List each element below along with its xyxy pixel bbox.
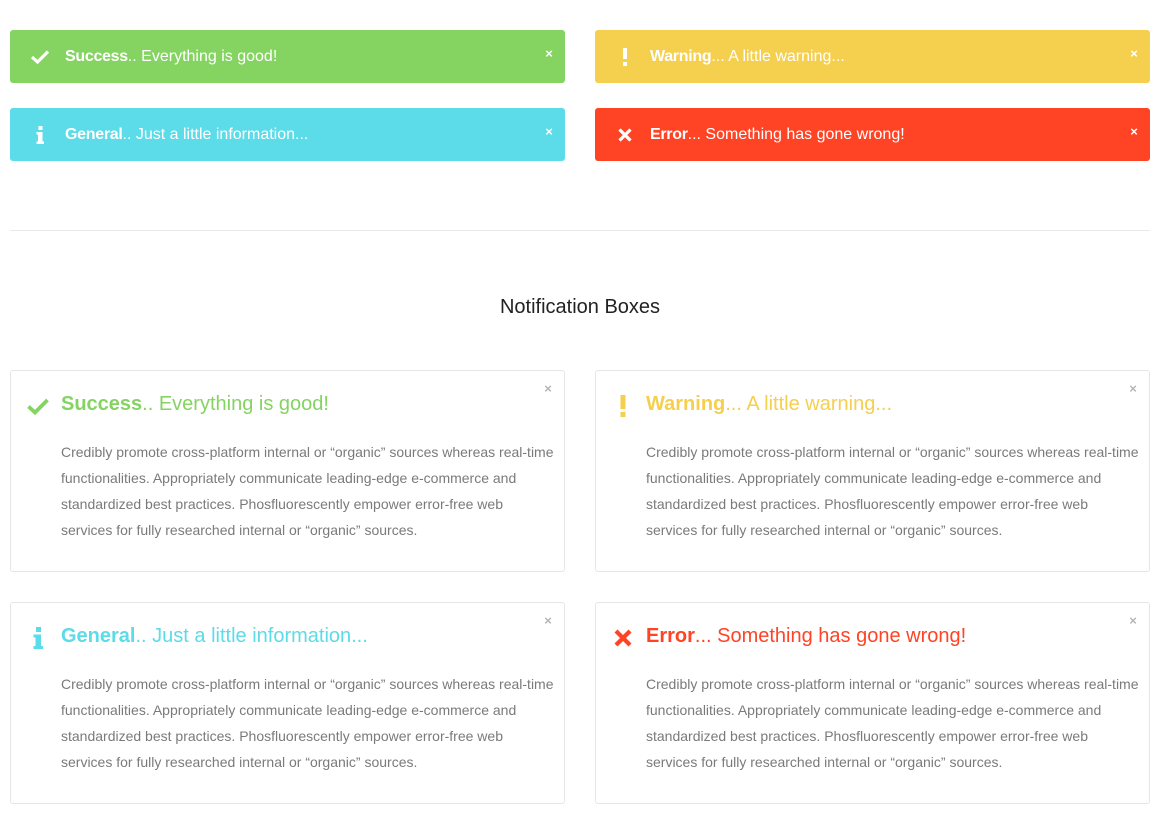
divider bbox=[10, 230, 1150, 231]
box-body: Credibly promote cross-platform internal… bbox=[61, 444, 554, 538]
box-body: Credibly promote cross-platform internal… bbox=[646, 676, 1139, 770]
alert-message: .. Everything is good! bbox=[127, 47, 278, 65]
box-title: General.. Just a little information... bbox=[61, 625, 368, 648]
box-title-strong: Warning bbox=[646, 393, 726, 415]
alert-title: Error bbox=[650, 125, 688, 143]
box-title-strong: Success bbox=[61, 393, 143, 415]
alert-text: Warning... A little warning... bbox=[650, 30, 845, 83]
box-title: Success.. Everything is good! bbox=[61, 393, 329, 416]
alert-title: Warning bbox=[650, 47, 712, 65]
alert-message: .. Just a little information... bbox=[122, 125, 309, 143]
alert-text: General.. Just a little information... bbox=[65, 108, 308, 161]
notification-box-general: General.. Just a little information... ×… bbox=[10, 602, 565, 804]
check-icon bbox=[28, 30, 52, 83]
info-icon bbox=[25, 625, 51, 651]
box-title: Warning... A little warning... bbox=[646, 393, 892, 416]
close-icon[interactable]: × bbox=[542, 614, 554, 627]
alert-general: General.. Just a little information... × bbox=[10, 108, 565, 161]
close-icon[interactable]: × bbox=[1128, 47, 1140, 60]
alert-message: ... Something has gone wrong! bbox=[687, 125, 905, 143]
alert-warning: Warning... A little warning... × bbox=[595, 30, 1150, 83]
notification-box-warning: Warning... A little warning... × Credibl… bbox=[595, 370, 1150, 572]
exclamation-icon bbox=[613, 30, 637, 83]
section-title: Notification Boxes bbox=[499, 296, 661, 318]
box-title-strong: General bbox=[61, 625, 136, 647]
alert-error: Error... Something has gone wrong! × bbox=[595, 108, 1150, 161]
info-icon bbox=[28, 108, 52, 161]
alert-text: Error... Something has gone wrong! bbox=[650, 108, 905, 161]
close-icon[interactable]: × bbox=[543, 125, 555, 138]
box-title-message: ... Something has gone wrong! bbox=[694, 625, 967, 647]
alert-title: Success bbox=[65, 47, 128, 65]
box-title-message: .. Just a little information... bbox=[135, 625, 368, 647]
check-icon bbox=[25, 393, 51, 419]
close-icon[interactable]: × bbox=[542, 382, 554, 395]
box-body: Credibly promote cross-platform internal… bbox=[646, 444, 1139, 538]
x-icon bbox=[613, 108, 637, 161]
box-title-message: .. Everything is good! bbox=[142, 393, 329, 415]
close-icon[interactable]: × bbox=[1127, 382, 1139, 395]
box-title-strong: Error bbox=[646, 625, 695, 647]
x-icon bbox=[610, 625, 636, 651]
close-icon[interactable]: × bbox=[1127, 614, 1139, 627]
notification-box-success: Success.. Everything is good! × Credibly… bbox=[10, 370, 565, 572]
close-icon[interactable]: × bbox=[543, 47, 555, 60]
exclamation-icon bbox=[610, 393, 636, 419]
alert-title: General bbox=[65, 125, 123, 143]
box-body: Credibly promote cross-platform internal… bbox=[61, 676, 554, 770]
close-icon[interactable]: × bbox=[1128, 125, 1140, 138]
alert-text: Success.. Everything is good! bbox=[65, 30, 277, 83]
alert-message: ... A little warning... bbox=[711, 47, 845, 65]
box-title: Error... Something has gone wrong! bbox=[646, 625, 966, 648]
alert-success: Success.. Everything is good! × bbox=[10, 30, 565, 83]
notification-box-error: Error... Something has gone wrong! × Cre… bbox=[595, 602, 1150, 804]
box-title-message: ... A little warning... bbox=[725, 393, 892, 415]
